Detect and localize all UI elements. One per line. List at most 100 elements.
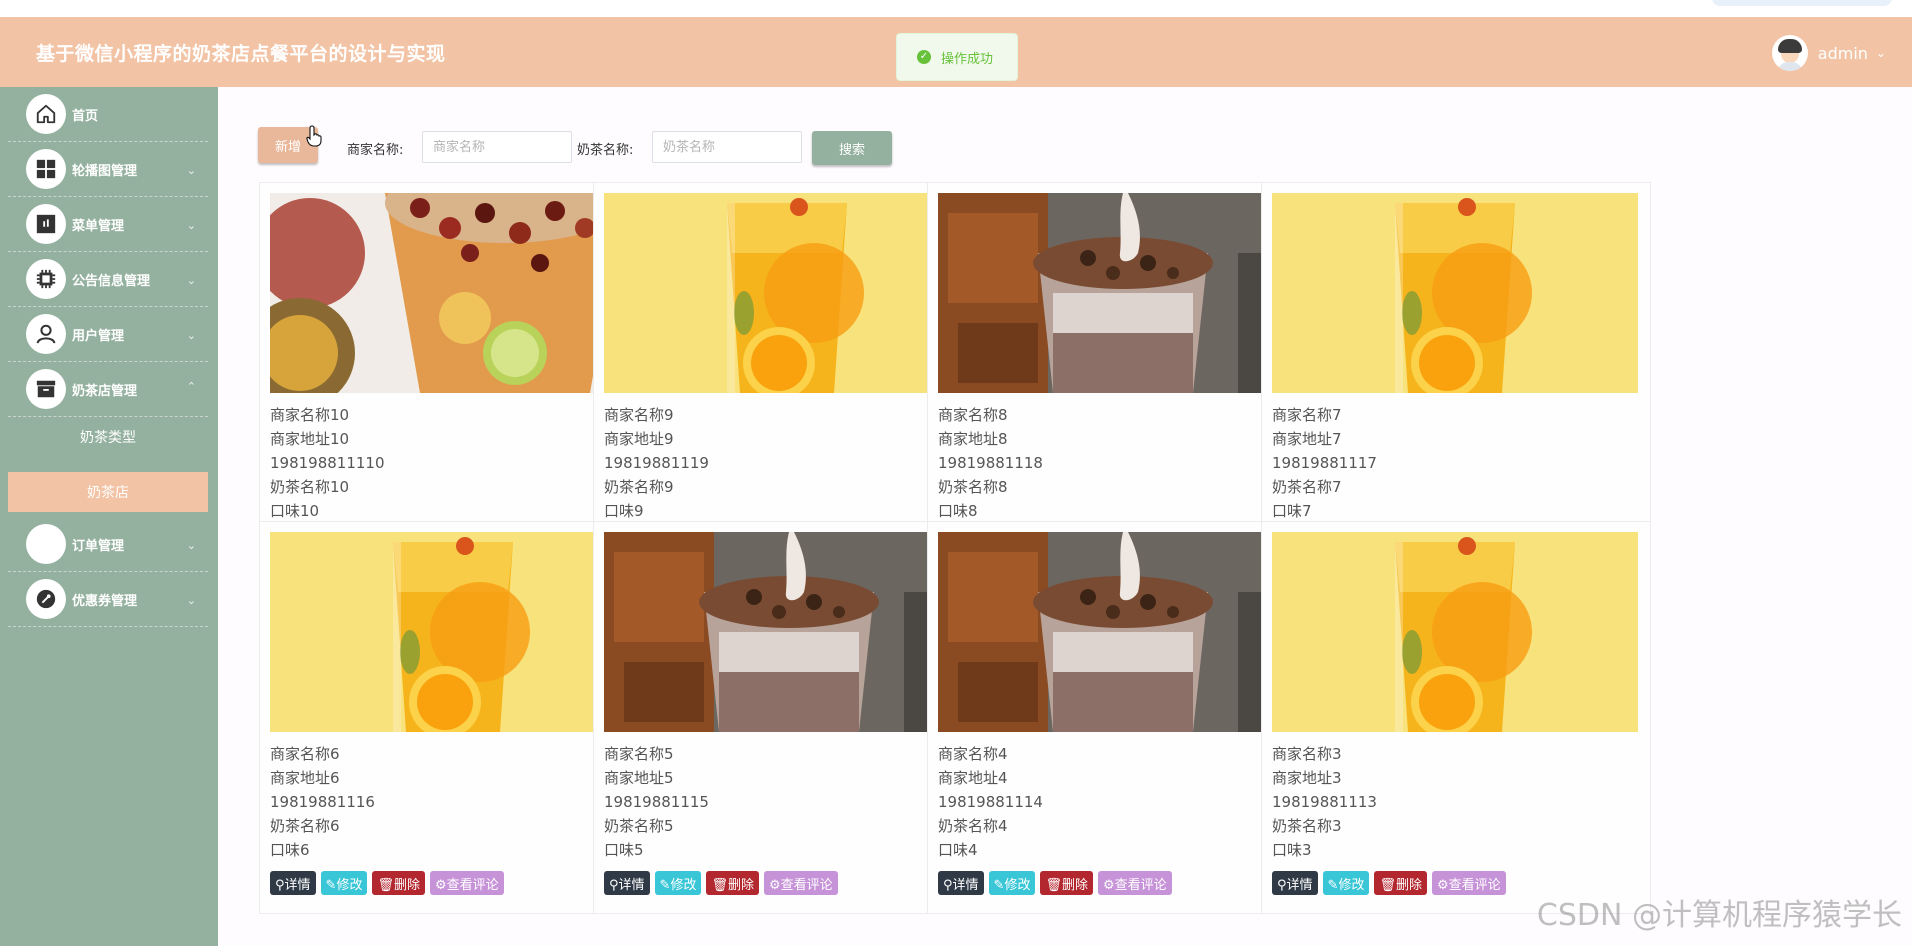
tea-name-label: 奶茶名称:: [577, 143, 634, 158]
store-icon: [26, 369, 66, 409]
pencil-icon: ✎: [1327, 877, 1339, 893]
app-title: 基于微信小程序的奶茶店点餐平台的设计与实现: [36, 43, 446, 65]
tea-flavor: 口味9: [604, 502, 644, 520]
edit-button[interactable]: ✎修改: [1322, 871, 1370, 895]
sidebar-item-store[interactable]: 奶茶店管理 ⌃: [8, 362, 208, 417]
detail-button[interactable]: ⚲详情: [270, 871, 316, 895]
merchant-phone: 19819881113: [1272, 793, 1377, 811]
merchant-name-label: 商家名称:: [347, 143, 404, 158]
sidebar-item-coupons[interactable]: 优惠券管理 ⌄: [8, 572, 208, 627]
success-check-icon: ✓: [917, 50, 931, 64]
avatar[interactable]: [1771, 35, 1808, 71]
button-label: 查看评论: [780, 877, 833, 893]
sidebar-item-home[interactable]: 首页: [8, 87, 208, 142]
button-label: 详情: [1286, 877, 1313, 893]
sidebar-item-menu[interactable]: 菜单管理 ⌄: [8, 197, 208, 252]
edit-button[interactable]: ✎修改: [654, 871, 702, 895]
sidebar-item-carousel[interactable]: 轮播图管理 ⌄: [8, 142, 208, 197]
merchant-address: 商家地址10: [270, 430, 350, 448]
product-image: [604, 532, 970, 732]
merchant-address: 商家地址4: [938, 769, 1008, 787]
top-pill: [1712, 0, 1892, 6]
merchant-address: 商家地址7: [1272, 430, 1342, 448]
button-label: 详情: [618, 877, 645, 893]
merchant-name: 商家名称7: [1272, 406, 1342, 424]
merchant-phone: 19819881119: [604, 454, 709, 472]
detail-button[interactable]: ⚲详情: [1272, 871, 1318, 895]
merchant-name-input[interactable]: [422, 131, 572, 163]
chevron-down-icon: ⌄: [186, 539, 196, 552]
detail-button[interactable]: ⚲详情: [604, 871, 650, 895]
merchant-name: 商家名称6: [270, 745, 340, 763]
pencil-icon: ✎: [325, 877, 337, 893]
tea-flavor: 口味10: [270, 502, 320, 520]
menu-icon: [26, 204, 66, 244]
view-reviews-button[interactable]: ⚙查看评论: [1098, 871, 1172, 895]
tea-flavor: 口味4: [938, 841, 978, 859]
tea-flavor: 口味3: [1272, 841, 1312, 859]
product-image: [604, 193, 970, 393]
user-menu[interactable]: admin ⌄: [1771, 35, 1886, 71]
view-reviews-button[interactable]: ⚙查看评论: [764, 871, 838, 895]
merchant-address: 商家地址6: [270, 769, 340, 787]
delete-button[interactable]: 🗑删除: [372, 871, 425, 895]
button-label: 详情: [284, 877, 311, 893]
delete-button[interactable]: 🗑删除: [706, 871, 759, 895]
edit-button[interactable]: ✎修改: [988, 871, 1036, 895]
sidebar-item-label: 优惠券管理: [72, 593, 138, 609]
button-label: 查看评论: [446, 877, 499, 893]
merchant-name: 商家名称9: [604, 406, 674, 424]
merchant-address: 商家地址8: [938, 430, 1008, 448]
merchant-name: 商家名称4: [938, 745, 1008, 763]
tea-name-input[interactable]: [652, 131, 802, 163]
product-image: [270, 193, 636, 393]
product-card: 商家名称9商家地址919819881119奶茶名称9口味9⚲详情✎修改🗑删除⚙查…: [593, 182, 983, 575]
sidebar-item-label: 奶茶店管理: [72, 383, 138, 399]
delete-button[interactable]: 🗑删除: [1040, 871, 1093, 895]
gear-icon: ⚙: [435, 877, 447, 893]
merchant-name: 商家名称8: [938, 406, 1008, 424]
sidebar-item-notice[interactable]: 公告信息管理 ⌄: [8, 252, 208, 307]
tea-name: 奶茶名称3: [1272, 817, 1342, 835]
search-icon: ⚲: [609, 877, 619, 893]
chevron-down-icon: ⌄: [186, 274, 196, 287]
sidebar-item-label: 首页: [72, 108, 99, 124]
tea-flavor: 口味7: [1272, 502, 1312, 520]
sidebar-item-label: 菜单管理: [72, 218, 125, 234]
view-reviews-button[interactable]: ⚙查看评论: [430, 871, 504, 895]
merchant-address: 商家地址5: [604, 769, 674, 787]
tea-name: 奶茶名称5: [604, 817, 674, 835]
chevron-down-icon[interactable]: ⌄: [1876, 46, 1886, 60]
merchant-name: 商家名称10: [270, 406, 350, 424]
home-icon: [26, 94, 66, 134]
button-label: 删除: [1395, 877, 1422, 893]
search-icon: ⚲: [943, 877, 953, 893]
button-label: 删除: [727, 877, 754, 893]
merchant-phone: 19819881117: [1272, 454, 1377, 472]
trash-icon: 🗑: [1379, 877, 1396, 893]
sidebar-item-users[interactable]: 用户管理 ⌄: [8, 307, 208, 362]
search-icon: ⚲: [1277, 877, 1287, 893]
tea-name: 奶茶名称7: [1272, 478, 1342, 496]
merchant-phone: 198198811110: [270, 454, 385, 472]
product-image: [270, 532, 636, 732]
sidebar-item-orders[interactable]: 订单管理 ⌄: [8, 517, 208, 572]
sidebar-subitem-tea-type[interactable]: 奶茶类型: [8, 417, 208, 457]
merchant-address: 商家地址9: [604, 430, 674, 448]
edit-button[interactable]: ✎修改: [320, 871, 368, 895]
product-card: 商家名称8商家地址819819881118奶茶名称8口味8⚲详情✎修改🗑删除⚙查…: [927, 182, 1317, 575]
pencil-icon: ✎: [993, 877, 1005, 893]
delete-button[interactable]: 🗑删除: [1374, 871, 1427, 895]
merchant-phone: 19819881115: [604, 793, 709, 811]
detail-button[interactable]: ⚲详情: [938, 871, 984, 895]
pencil-icon: ✎: [659, 877, 671, 893]
sidebar-subitem-tea-shop[interactable]: 奶茶店: [8, 472, 208, 512]
gear-icon: ⚙: [1437, 877, 1449, 893]
view-reviews-button[interactable]: ⚙查看评论: [1432, 871, 1506, 895]
search-button[interactable]: 搜索: [812, 131, 892, 165]
toast-message: 操作成功: [941, 51, 994, 67]
product-image: [938, 532, 1304, 732]
username[interactable]: admin: [1818, 44, 1868, 63]
button-label: 修改: [1004, 877, 1031, 893]
button-label: 查看评论: [1448, 877, 1501, 893]
